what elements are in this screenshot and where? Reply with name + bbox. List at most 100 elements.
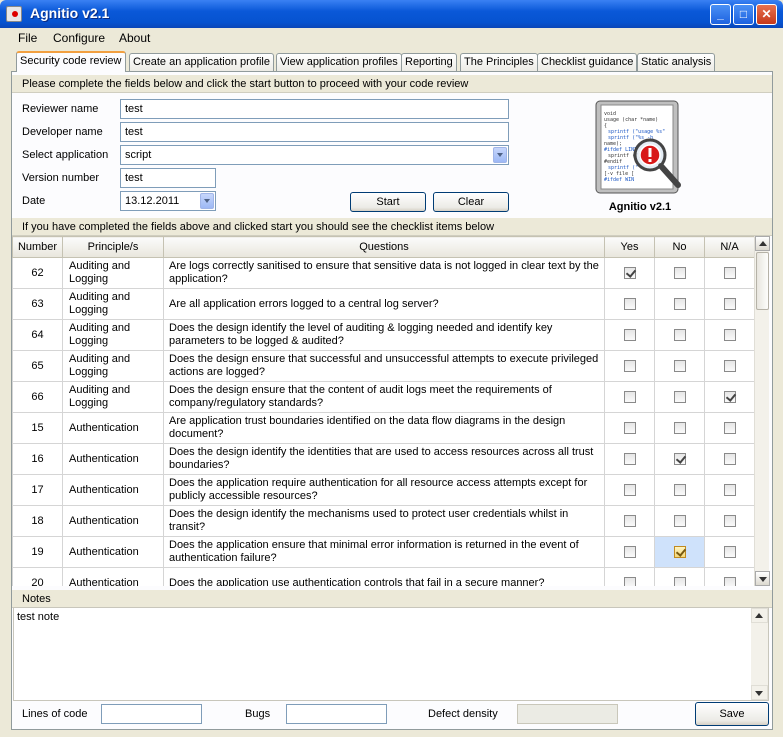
na-checkbox[interactable] xyxy=(723,266,736,279)
minimize-button[interactable]: _ xyxy=(710,4,731,25)
no-checkbox[interactable] xyxy=(673,576,686,586)
cell-no[interactable] xyxy=(654,474,705,506)
cell-yes[interactable] xyxy=(604,319,655,351)
menu-about[interactable]: About xyxy=(119,31,150,45)
column-header-principles[interactable]: Principle/s xyxy=(62,236,164,258)
cell-na[interactable] xyxy=(704,536,754,568)
table-row[interactable]: 16 Authentication Does the design identify… xyxy=(12,443,754,475)
cell-na[interactable] xyxy=(704,381,754,413)
no-checkbox[interactable] xyxy=(673,545,686,558)
table-row[interactable]: 15 Authentication Are application trust bo… xyxy=(12,412,754,444)
tab-static-analysis[interactable]: Static analysis xyxy=(637,53,716,71)
yes-checkbox[interactable] xyxy=(623,266,636,279)
date-picker[interactable]: 13.12.2011 xyxy=(120,191,216,211)
cell-no[interactable] xyxy=(654,412,705,444)
cell-no[interactable] xyxy=(654,536,705,568)
cell-no[interactable] xyxy=(654,288,705,320)
scroll-down-arrow-icon[interactable] xyxy=(751,685,768,700)
table-row[interactable]: 19 Authentication Does the application ens… xyxy=(12,536,754,568)
scrollbar-thumb[interactable] xyxy=(756,252,769,310)
cell-yes[interactable] xyxy=(604,412,655,444)
no-checkbox[interactable] xyxy=(673,483,686,496)
cell-no[interactable] xyxy=(654,350,705,382)
yes-checkbox[interactable] xyxy=(623,297,636,310)
cell-yes[interactable] xyxy=(604,567,655,586)
menu-configure[interactable]: Configure xyxy=(53,31,105,45)
checklist-scrollbar[interactable] xyxy=(754,236,770,586)
cell-no[interactable] xyxy=(654,381,705,413)
na-checkbox[interactable] xyxy=(723,514,736,527)
table-row[interactable]: 17 Authentication Does the application req… xyxy=(12,474,754,506)
menu-file[interactable]: File xyxy=(18,31,37,45)
scroll-up-arrow-icon[interactable] xyxy=(751,608,768,623)
column-header-yes[interactable]: Yes xyxy=(604,236,655,258)
maximize-button[interactable]: □ xyxy=(733,4,754,25)
yes-checkbox[interactable] xyxy=(623,545,636,558)
bugs-input[interactable] xyxy=(286,704,387,724)
scroll-down-arrow-icon[interactable] xyxy=(755,571,770,586)
tab-the-principles[interactable]: The Principles xyxy=(460,53,538,71)
yes-checkbox[interactable] xyxy=(623,359,636,372)
no-checkbox[interactable] xyxy=(673,328,686,341)
close-button[interactable]: ✕ xyxy=(756,4,777,25)
chevron-down-icon[interactable] xyxy=(493,147,507,163)
no-checkbox[interactable] xyxy=(673,266,686,279)
cell-yes[interactable] xyxy=(604,474,655,506)
developer-name-input[interactable]: test xyxy=(120,122,509,142)
cell-no[interactable] xyxy=(654,443,705,475)
no-checkbox[interactable] xyxy=(673,297,686,310)
notes-scrollbar[interactable] xyxy=(751,608,768,700)
column-header-no[interactable]: No xyxy=(654,236,705,258)
table-row[interactable]: 65 Auditing and Logging Does the design en… xyxy=(12,350,754,382)
version-number-input[interactable]: test xyxy=(120,168,216,188)
cell-na[interactable] xyxy=(704,505,754,537)
na-checkbox[interactable] xyxy=(723,359,736,372)
yes-checkbox[interactable] xyxy=(623,483,636,496)
tab-security-code-review[interactable]: Security code review xyxy=(16,51,126,72)
scroll-up-arrow-icon[interactable] xyxy=(755,236,770,251)
cell-yes[interactable] xyxy=(604,381,655,413)
na-checkbox[interactable] xyxy=(723,576,736,586)
column-header-number[interactable]: Number xyxy=(12,236,63,258)
tab-view-application-profiles[interactable]: View application profiles xyxy=(276,53,402,71)
yes-checkbox[interactable] xyxy=(623,328,636,341)
na-checkbox[interactable] xyxy=(723,297,736,310)
yes-checkbox[interactable] xyxy=(623,390,636,403)
cell-na[interactable] xyxy=(704,319,754,351)
na-checkbox[interactable] xyxy=(723,545,736,558)
yes-checkbox[interactable] xyxy=(623,421,636,434)
cell-no[interactable] xyxy=(654,257,705,289)
cell-na[interactable] xyxy=(704,288,754,320)
na-checkbox[interactable] xyxy=(723,421,736,434)
clear-button[interactable]: Clear xyxy=(433,192,509,212)
na-checkbox[interactable] xyxy=(723,390,736,403)
chevron-down-icon[interactable] xyxy=(200,193,214,209)
start-button[interactable]: Start xyxy=(350,192,426,212)
cell-yes[interactable] xyxy=(604,257,655,289)
cell-yes[interactable] xyxy=(604,288,655,320)
no-checkbox[interactable] xyxy=(673,514,686,527)
yes-checkbox[interactable] xyxy=(623,452,636,465)
cell-na[interactable] xyxy=(704,350,754,382)
cell-na[interactable] xyxy=(704,443,754,475)
save-button[interactable]: Save xyxy=(695,702,769,726)
cell-no[interactable] xyxy=(654,567,705,586)
yes-checkbox[interactable] xyxy=(623,514,636,527)
tab-checklist-guidance[interactable]: Checklist guidance xyxy=(537,53,638,71)
na-checkbox[interactable] xyxy=(723,328,736,341)
table-row[interactable]: 64 Auditing and Logging Does the design id… xyxy=(12,319,754,351)
no-checkbox[interactable] xyxy=(673,452,686,465)
table-row[interactable]: 62 Auditing and Logging Are logs correctly… xyxy=(12,257,754,289)
lines-of-code-input[interactable] xyxy=(101,704,202,724)
application-select[interactable]: script xyxy=(120,145,509,165)
title-bar[interactable]: Agnitio v2.1 _ □ ✕ xyxy=(0,0,783,28)
no-checkbox[interactable] xyxy=(673,390,686,403)
cell-na[interactable] xyxy=(704,567,754,586)
cell-na[interactable] xyxy=(704,412,754,444)
table-row[interactable]: 63 Auditing and Logging Are all applicatio… xyxy=(12,288,754,320)
notes-textarea[interactable]: test note xyxy=(13,607,769,701)
no-checkbox[interactable] xyxy=(673,359,686,372)
table-row[interactable]: 18 Authentication Does the design identify… xyxy=(12,505,754,537)
reviewer-name-input[interactable]: test xyxy=(120,99,509,119)
column-header-questions[interactable]: Questions xyxy=(163,236,605,258)
